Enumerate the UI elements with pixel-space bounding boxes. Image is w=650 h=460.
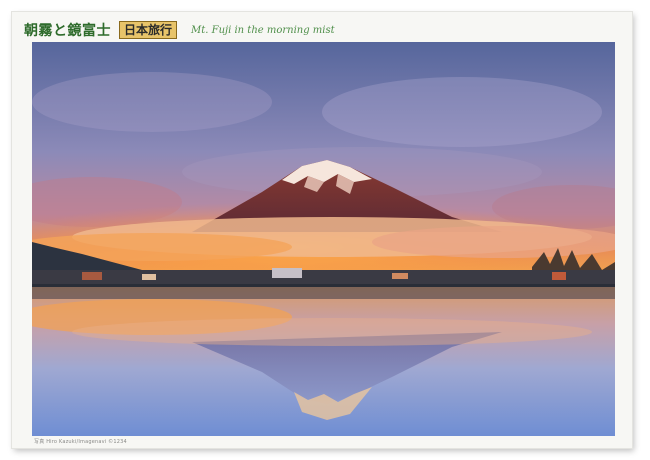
title-english: Mt. Fuji in the morning mist <box>191 24 335 36</box>
photo-credit: 写真 Hiro Kazuki/Imagenavi ©1234 <box>34 439 127 445</box>
series-badge: 日本旅行 <box>119 21 178 39</box>
photo-illustration <box>32 42 615 436</box>
puzzle-box: 朝霧と鏡富士 日本旅行 Mt. Fuji in the morning mist <box>12 12 632 448</box>
photo-mount-fuji <box>32 42 615 436</box>
title-japanese: 朝霧と鏡富士 <box>24 23 111 39</box>
box-header: 朝霧と鏡富士 日本旅行 Mt. Fuji in the morning mist <box>24 18 335 42</box>
